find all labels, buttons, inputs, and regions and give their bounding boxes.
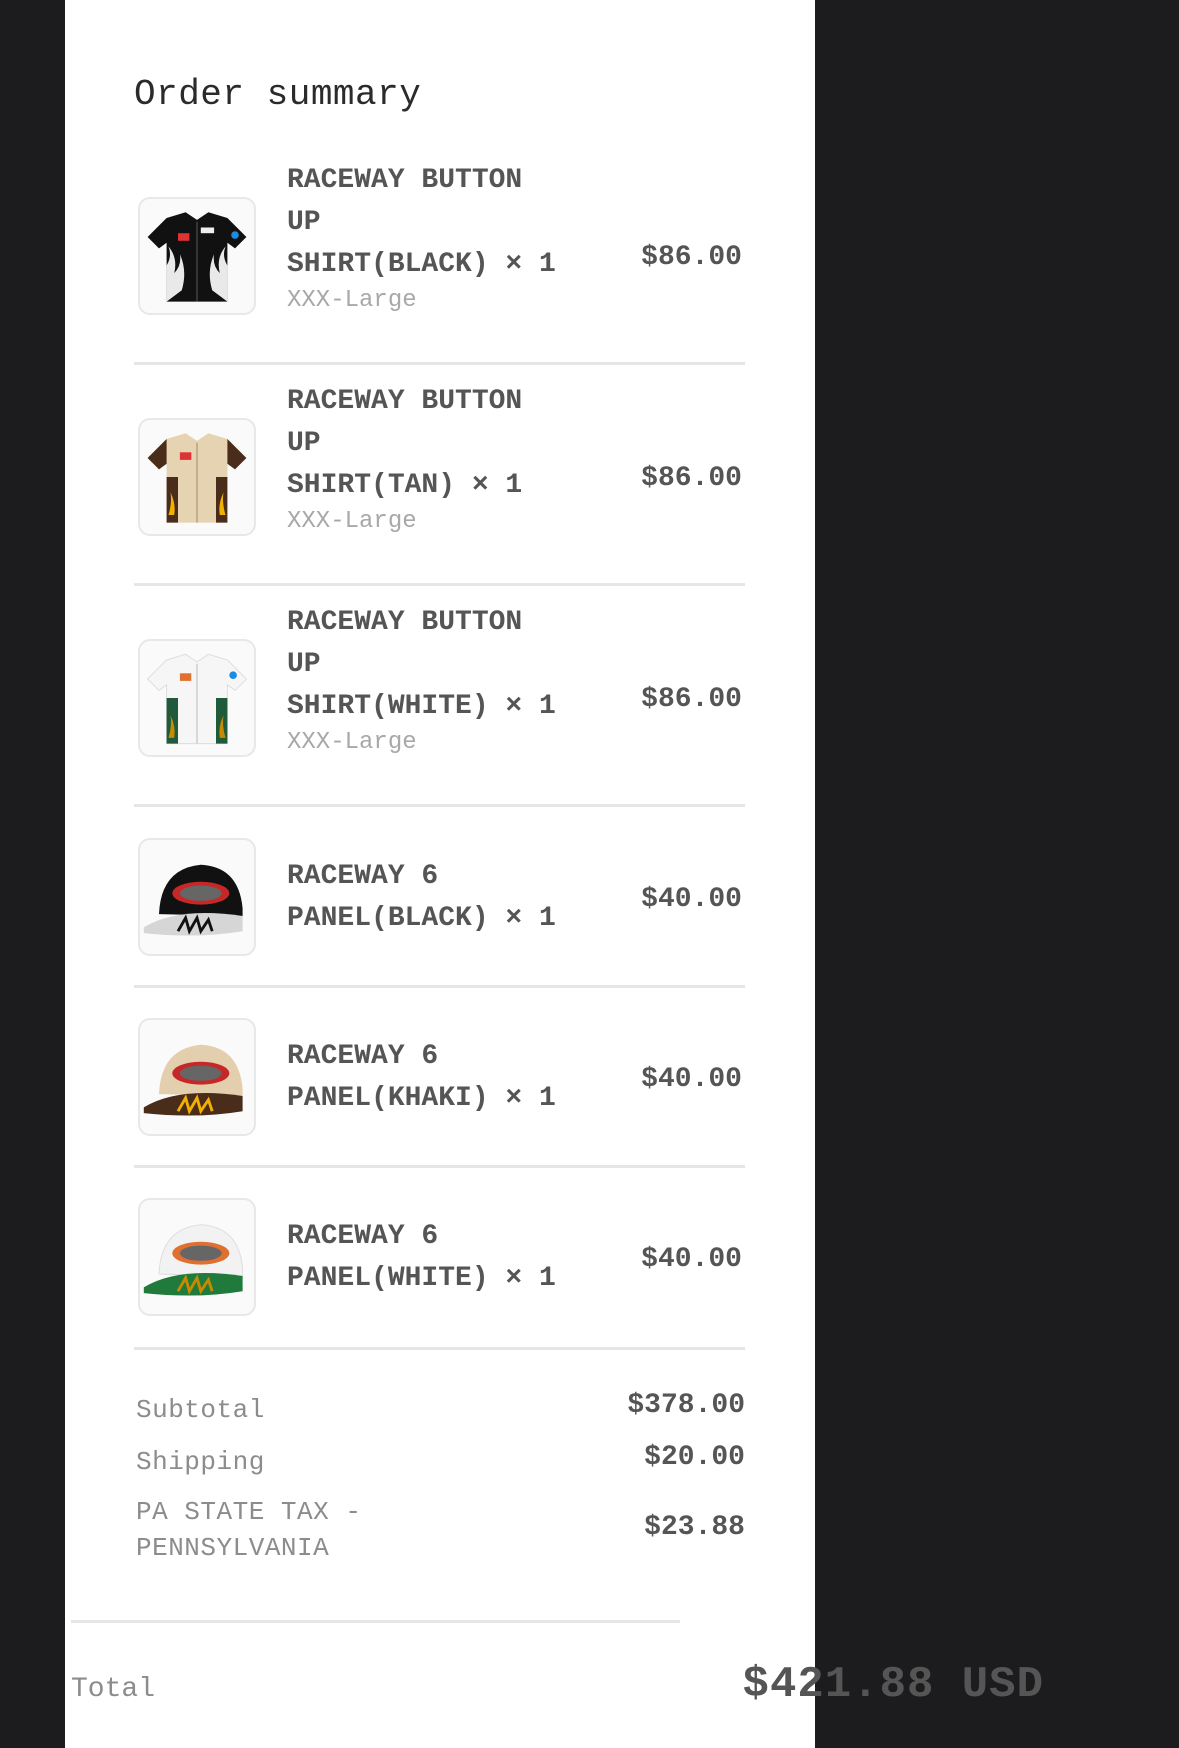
item-name-line: UP xyxy=(287,207,321,238)
list-item[interactable]: RACEWAY 6 PANEL(KHAKI) × 1 $40.00 xyxy=(134,1003,745,1168)
order-summary-panel: Order summary RACEWAY BUTTON UP SHIRT(BL… xyxy=(65,0,815,1748)
page-title: Order summary xyxy=(134,74,422,115)
shipping-value: $20.00 xyxy=(644,1442,745,1473)
item-name-line: RACEWAY 6 xyxy=(287,861,439,892)
item-name-line: UP xyxy=(287,428,321,459)
item-price: $40.00 xyxy=(641,884,742,915)
tax-label-line: PA STATE TAX - xyxy=(136,1497,362,1527)
item-price: $86.00 xyxy=(641,242,742,273)
item-name-line: SHIRT(TAN) × 1 xyxy=(287,470,523,501)
black-cap-image xyxy=(138,838,256,956)
white-cap-image xyxy=(138,1198,256,1316)
black-racing-shirt-image xyxy=(138,197,256,315)
list-item[interactable]: RACEWAY BUTTON UP SHIRT(WHITE) × 1 XXX-L… xyxy=(134,602,745,807)
item-name: RACEWAY BUTTON UP SHIRT(TAN) × 1 XXX-Lar… xyxy=(287,381,587,537)
khaki-cap-image xyxy=(138,1018,256,1136)
item-name: RACEWAY 6 PANEL(KHAKI) × 1 xyxy=(287,1036,587,1120)
item-name: RACEWAY BUTTON UP SHIRT(BLACK) × 1 XXX-L… xyxy=(287,160,587,316)
item-name: RACEWAY 6 PANEL(WHITE) × 1 xyxy=(287,1216,587,1300)
item-name-line: SHIRT(BLACK) × 1 xyxy=(287,249,556,280)
item-variant: XXX-Large xyxy=(287,508,417,535)
item-name-line: PANEL(KHAKI) × 1 xyxy=(287,1083,556,1114)
item-name-line: SHIRT(WHITE) × 1 xyxy=(287,691,556,722)
item-variant: XXX-Large xyxy=(287,287,417,314)
total-value: $421.88 USD xyxy=(742,1660,1044,1710)
item-name-line: PANEL(WHITE) × 1 xyxy=(287,1263,556,1294)
tax-label-line: PENNSYLVANIA xyxy=(136,1533,330,1563)
list-item[interactable]: RACEWAY BUTTON UP SHIRT(BLACK) × 1 XXX-L… xyxy=(134,160,745,365)
subtotal-value: $378.00 xyxy=(627,1390,745,1421)
item-name-line: RACEWAY BUTTON xyxy=(287,165,523,196)
total-label: Total xyxy=(71,1674,156,1705)
item-name: RACEWAY BUTTON UP SHIRT(WHITE) × 1 XXX-L… xyxy=(287,602,587,758)
total-divider xyxy=(71,1620,680,1623)
list-item[interactable]: RACEWAY 6 PANEL(BLACK) × 1 $40.00 xyxy=(134,823,745,988)
item-name: RACEWAY 6 PANEL(BLACK) × 1 xyxy=(287,856,587,940)
item-price: $86.00 xyxy=(641,684,742,715)
list-item[interactable]: RACEWAY 6 PANEL(WHITE) × 1 $40.00 xyxy=(134,1183,745,1350)
shipping-label: Shipping xyxy=(136,1447,265,1477)
white-racing-shirt-image xyxy=(138,639,256,757)
item-price: $86.00 xyxy=(641,463,742,494)
list-item[interactable]: RACEWAY BUTTON UP SHIRT(TAN) × 1 XXX-Lar… xyxy=(134,381,745,586)
item-name-line: RACEWAY 6 xyxy=(287,1221,439,1252)
item-name-line: RACEWAY BUTTON xyxy=(287,607,523,638)
subtotal-label: Subtotal xyxy=(136,1395,265,1425)
item-name-line: PANEL(BLACK) × 1 xyxy=(287,903,556,934)
item-name-line: RACEWAY 6 xyxy=(287,1041,439,1072)
item-variant: XXX-Large xyxy=(287,729,417,756)
tax-label: PA STATE TAX - PENNSYLVANIA xyxy=(136,1494,361,1566)
tax-value: $23.88 xyxy=(644,1512,745,1543)
item-name-line: RACEWAY BUTTON xyxy=(287,386,523,417)
item-name-line: UP xyxy=(287,649,321,680)
tan-racing-shirt-image xyxy=(138,418,256,536)
item-price: $40.00 xyxy=(641,1244,742,1275)
item-price: $40.00 xyxy=(641,1064,742,1095)
